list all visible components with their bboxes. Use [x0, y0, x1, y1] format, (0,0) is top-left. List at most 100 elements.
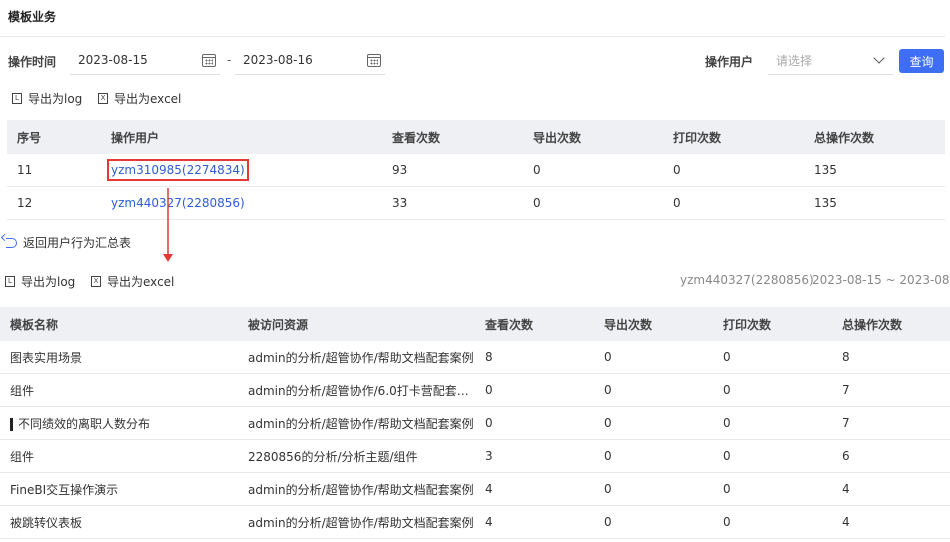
resource-path: admin的分析/超管协作/帮助文档配套案例	[238, 341, 475, 374]
page-title: 模板业务	[8, 10, 57, 24]
export-excel-button[interactable]: X 导出为excel	[98, 90, 181, 107]
export-excel-label: 导出为excel	[107, 275, 175, 289]
export-excel-button[interactable]: X 导出为excel	[91, 273, 174, 290]
table-row: 组件 admin的分析/超管协作/6.0打卡营配套习题 0 0 0 7	[0, 373, 950, 407]
col-header: 总操作次数	[832, 307, 950, 341]
back-label: 返回用户行为汇总表	[23, 236, 132, 250]
view-count: 3	[475, 439, 594, 473]
export-log-button[interactable]: L 导出为log	[12, 90, 82, 107]
date-separator: -	[227, 53, 232, 67]
user-link[interactable]: yzm440327(2280856)	[111, 196, 245, 210]
log-file-icon: L	[5, 276, 15, 287]
text-cursor-bar	[10, 417, 13, 431]
user-select-placeholder: 请选择	[776, 53, 813, 68]
user-cell: yzm310985(2274834)	[101, 154, 382, 187]
table-row: 不同绩效的离职人数分布 admin的分析/超管协作/帮助文档配套案例 0 0 0…	[0, 406, 950, 440]
row-index: 11	[7, 154, 101, 187]
col-header: 查看次数	[475, 307, 594, 341]
end-date-value: 2023-08-16	[243, 53, 313, 67]
export-log-label: 导出为log	[28, 92, 83, 106]
export-count: 0	[523, 154, 663, 187]
annotation-arrow-icon	[163, 188, 173, 262]
print-count: 0	[713, 505, 832, 539]
view-count: 33	[382, 186, 523, 220]
template-name: FineBI交互操作演示	[0, 472, 238, 506]
view-count: 8	[475, 341, 594, 374]
total-count: 6	[832, 439, 950, 473]
resource-path: admin的分析/超管协作/6.0打卡营配套习题	[238, 373, 475, 407]
template-name: 组件	[0, 439, 238, 473]
total-count: 4	[832, 505, 950, 539]
print-count: 0	[663, 186, 804, 220]
col-header: 导出次数	[523, 120, 663, 154]
total-count: 135	[804, 186, 945, 220]
query-button[interactable]: 查询	[899, 49, 944, 73]
total-count: 135	[804, 154, 945, 187]
export-count: 0	[594, 439, 713, 473]
export-log-label: 导出为log	[21, 275, 76, 289]
resource-path: admin的分析/超管协作/帮助文档配套案例	[238, 505, 475, 539]
print-count: 0	[713, 439, 832, 473]
resource-path: 2280856的分析/分析主题/组件	[238, 439, 475, 473]
start-date-value: 2023-08-15	[78, 53, 148, 67]
total-count: 8	[832, 341, 950, 374]
template-name: 不同绩效的离职人数分布	[18, 416, 151, 431]
export-count: 0	[594, 406, 713, 440]
user-cell: yzm440327(2280856)	[101, 186, 382, 220]
table-row: 组件 2280856的分析/分析主题/组件 3 0 0 6	[0, 439, 950, 473]
user-link[interactable]: yzm310985(2274834)	[107, 159, 249, 181]
export-count: 0	[594, 373, 713, 407]
calendar-icon[interactable]	[202, 53, 216, 67]
col-header: 查看次数	[382, 120, 523, 154]
export-excel-label: 导出为excel	[114, 92, 182, 106]
export-count: 0	[594, 472, 713, 506]
print-count: 0	[713, 472, 832, 506]
template-detail-table: 模板名称 被访问资源 查看次数 导出次数 打印次数 总操作次数 图表实用场景 a…	[0, 307, 950, 539]
view-count: 0	[475, 406, 594, 440]
detail-date-range: 2023-08-15 ~ 2023-08-16	[812, 273, 950, 287]
excel-file-icon: X	[98, 93, 108, 104]
table-row: 图表实用场景 admin的分析/超管协作/帮助文档配套案例 8 0 0 8	[0, 341, 950, 374]
template-name: 图表实用场景	[0, 341, 238, 374]
detail-user: yzm440327(2280856)	[680, 273, 814, 287]
col-header: 总操作次数	[804, 120, 945, 154]
excel-file-icon: X	[91, 276, 101, 287]
print-count: 0	[713, 373, 832, 407]
back-to-summary-link[interactable]: 返回用户行为汇总表	[6, 234, 131, 251]
row-index: 12	[7, 186, 101, 220]
template-name: 被跳转仪表板	[0, 505, 238, 539]
resource-path: admin的分析/超管协作/帮助文档配套案例	[238, 406, 475, 440]
view-count: 4	[475, 472, 594, 506]
col-header: 操作用户	[101, 120, 382, 154]
col-header: 被访问资源	[238, 307, 475, 341]
table-row: 12 yzm440327(2280856) 33 0 0 135	[7, 186, 945, 220]
export-log-button[interactable]: L 导出为log	[5, 273, 75, 290]
col-header: 模板名称	[0, 307, 238, 341]
table-row: 11 yzm310985(2274834) 93 0 0 135	[7, 154, 945, 187]
user-select[interactable]: 请选择	[768, 46, 893, 75]
print-count: 0	[713, 406, 832, 440]
end-date-picker[interactable]: 2023-08-16	[235, 46, 385, 75]
title-divider	[0, 36, 945, 37]
total-count: 7	[832, 373, 950, 407]
user-summary-table: 序号 操作用户 查看次数 导出次数 打印次数 总操作次数 11 yzm31098…	[7, 120, 945, 220]
col-header: 序号	[7, 120, 101, 154]
export-count: 0	[523, 186, 663, 220]
template-name-cell: 不同绩效的离职人数分布	[0, 406, 238, 440]
total-count: 4	[832, 472, 950, 506]
col-header: 打印次数	[663, 120, 804, 154]
print-count: 0	[713, 341, 832, 374]
view-count: 0	[475, 373, 594, 407]
template-name: 组件	[0, 373, 238, 407]
table-row: FineBI交互操作演示 admin的分析/超管协作/帮助文档配套案例 4 0 …	[0, 472, 950, 506]
print-count: 0	[663, 154, 804, 187]
calendar-icon[interactable]	[367, 53, 381, 67]
view-count: 93	[382, 154, 523, 187]
table-row: 被跳转仪表板 admin的分析/超管协作/帮助文档配套案例 4 0 0 4	[0, 505, 950, 539]
log-file-icon: L	[12, 93, 22, 104]
resource-path: admin的分析/超管协作/帮助文档配套案例	[238, 472, 475, 506]
start-date-picker[interactable]: 2023-08-15	[70, 46, 220, 75]
export-count: 0	[594, 341, 713, 374]
col-header: 打印次数	[713, 307, 832, 341]
view-count: 4	[475, 505, 594, 539]
